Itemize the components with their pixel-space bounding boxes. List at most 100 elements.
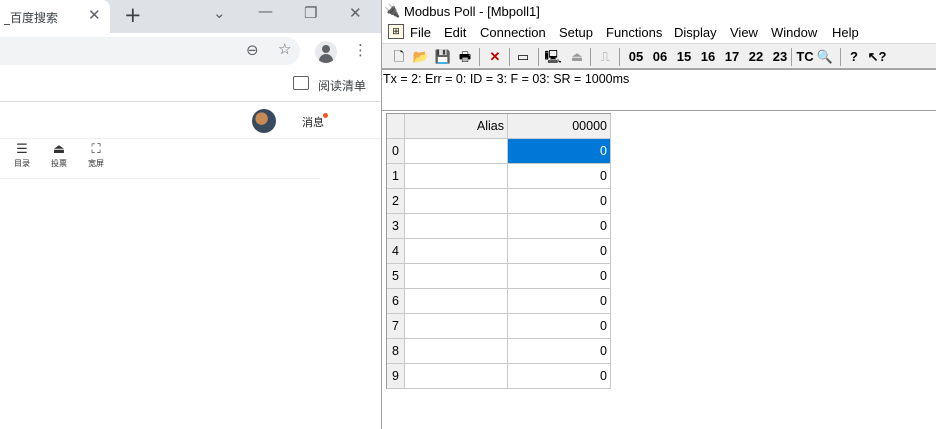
catalog-button[interactable]: ☰ 目录: [7, 143, 37, 169]
vote-label: 投票: [51, 159, 67, 168]
widescreen-label: 宽屏: [88, 159, 104, 168]
restore-icon[interactable]: ❐: [304, 4, 317, 22]
value-cell[interactable]: 0: [508, 339, 611, 364]
document-icon[interactable]: ⊞: [388, 24, 404, 39]
more-menu-icon[interactable]: ⋮: [353, 41, 368, 59]
menu-edit[interactable]: Edit: [444, 25, 466, 40]
minimize-icon[interactable]: —: [258, 2, 273, 20]
register-grid[interactable]: Alias 00000 00102030405060708090: [386, 113, 611, 389]
connect-icon[interactable]: 🖳: [544, 47, 562, 66]
window-icon[interactable]: ▭: [514, 47, 532, 66]
value-cell[interactable]: 0: [508, 264, 611, 289]
print-icon[interactable]: 🖶: [456, 47, 474, 66]
new-tab-button[interactable]: +: [124, 3, 142, 27]
function-16-button[interactable]: 16: [696, 47, 720, 66]
profile-icon[interactable]: [315, 41, 337, 63]
table-row: 90: [387, 364, 611, 389]
row-index[interactable]: 0: [387, 139, 405, 164]
function-06-button[interactable]: 06: [648, 47, 672, 66]
browser-window: _百度搜索 ✕ + ⌄ — ❐ ✕ ⊖ ☆ ⋮ 阅读清单 消息 ☰ 目录 ⏏ 投…: [0, 0, 381, 429]
alias-cell[interactable]: [405, 314, 508, 339]
tab-title: _百度搜索: [4, 11, 59, 25]
alias-cell[interactable]: [405, 289, 508, 314]
zoom-icon[interactable]: ⊖: [246, 41, 259, 59]
alias-cell[interactable]: [405, 364, 508, 389]
value-cell[interactable]: 0: [508, 289, 611, 314]
row-index[interactable]: 3: [387, 214, 405, 239]
alias-cell[interactable]: [405, 339, 508, 364]
context-help-icon[interactable]: ↖?: [867, 47, 887, 66]
alias-cell[interactable]: [405, 239, 508, 264]
function-17-button[interactable]: 17: [720, 47, 744, 66]
menu-view[interactable]: View: [730, 25, 758, 40]
row-index[interactable]: 1: [387, 164, 405, 189]
table-row: 60: [387, 289, 611, 314]
widescreen-icon: ⛶: [91, 142, 101, 157]
toolbar-separator: [619, 48, 620, 66]
save-icon[interactable]: 💾: [434, 47, 452, 66]
function-23-button[interactable]: 23: [768, 47, 792, 66]
value-cell[interactable]: 0: [508, 239, 611, 264]
value-cell[interactable]: 0: [508, 314, 611, 339]
reading-list-button[interactable]: 阅读清单: [318, 77, 366, 94]
function-15-button[interactable]: 15: [672, 47, 696, 66]
alias-cell[interactable]: [405, 139, 508, 164]
address-bar[interactable]: ⊖ ☆: [0, 37, 300, 65]
alias-cell[interactable]: [405, 264, 508, 289]
list-icon: ☰: [16, 142, 28, 157]
row-index[interactable]: 2: [387, 189, 405, 214]
menu-help[interactable]: Help: [832, 25, 859, 40]
monitor-icon[interactable]: 🔍: [816, 47, 834, 66]
menu-file[interactable]: File: [410, 25, 431, 40]
toolbar: 🗋 📂 💾 🖶 ✕ ▭ 🖳 ⏏ ⎍ 05 06 15 16 17 22 23 T…: [382, 43, 936, 69]
page-header: 消息: [0, 103, 381, 139]
table-row: 30: [387, 214, 611, 239]
function-22-button[interactable]: 22: [744, 47, 768, 66]
alias-cell[interactable]: [405, 189, 508, 214]
row-index[interactable]: 9: [387, 364, 405, 389]
alias-cell[interactable]: [405, 164, 508, 189]
vote-button[interactable]: ⏏ 投票: [44, 143, 74, 169]
row-index[interactable]: 4: [387, 239, 405, 264]
modbus-poll-window: 🔌 Modbus Poll - [Mbpoll1] ⊞ File Edit Co…: [381, 0, 936, 429]
tc-button[interactable]: TC: [794, 47, 816, 66]
alias-cell[interactable]: [405, 214, 508, 239]
help-icon[interactable]: ?: [845, 47, 863, 66]
user-avatar[interactable]: [252, 109, 276, 133]
tab-search-icon[interactable]: ⌄: [213, 4, 226, 22]
row-index[interactable]: 8: [387, 339, 405, 364]
menu-setup[interactable]: Setup: [559, 25, 593, 40]
delete-icon[interactable]: ✕: [486, 47, 504, 66]
alias-column-header[interactable]: Alias: [405, 114, 508, 139]
corner-cell: [387, 114, 405, 139]
reading-list-icon[interactable]: [293, 76, 309, 90]
value-cell[interactable]: 0: [508, 364, 611, 389]
value-cell[interactable]: 0: [508, 189, 611, 214]
window-close-icon[interactable]: ✕: [349, 4, 362, 22]
bookmark-star-icon[interactable]: ☆: [278, 40, 291, 58]
value-cell[interactable]: 0: [508, 164, 611, 189]
tab-close-icon[interactable]: ✕: [88, 6, 101, 24]
row-index[interactable]: 7: [387, 314, 405, 339]
divider: [0, 178, 320, 179]
pulse-icon[interactable]: ⎍: [596, 47, 614, 66]
row-index[interactable]: 6: [387, 289, 405, 314]
value-column-header[interactable]: 00000: [508, 114, 611, 139]
open-folder-icon[interactable]: 📂: [412, 47, 430, 66]
menu-functions[interactable]: Functions: [606, 25, 662, 40]
widescreen-button[interactable]: ⛶ 宽屏: [81, 143, 111, 169]
notification-dot: [323, 113, 328, 118]
menu-window[interactable]: Window: [771, 25, 817, 40]
message-link[interactable]: 消息: [302, 114, 324, 130]
function-05-button[interactable]: 05: [624, 47, 648, 66]
row-index[interactable]: 5: [387, 264, 405, 289]
menu-display[interactable]: Display: [674, 25, 717, 40]
status-line: Tx = 2: Err = 0: ID = 3: F = 03: SR = 10…: [383, 72, 630, 86]
value-cell[interactable]: 0: [508, 139, 611, 164]
table-row: 10: [387, 164, 611, 189]
menu-connection[interactable]: Connection: [480, 25, 546, 40]
value-cell[interactable]: 0: [508, 214, 611, 239]
new-file-icon[interactable]: 🗋: [391, 47, 407, 66]
browser-tab[interactable]: _百度搜索 ✕: [0, 0, 110, 33]
disconnect-icon[interactable]: ⏏: [568, 47, 586, 66]
